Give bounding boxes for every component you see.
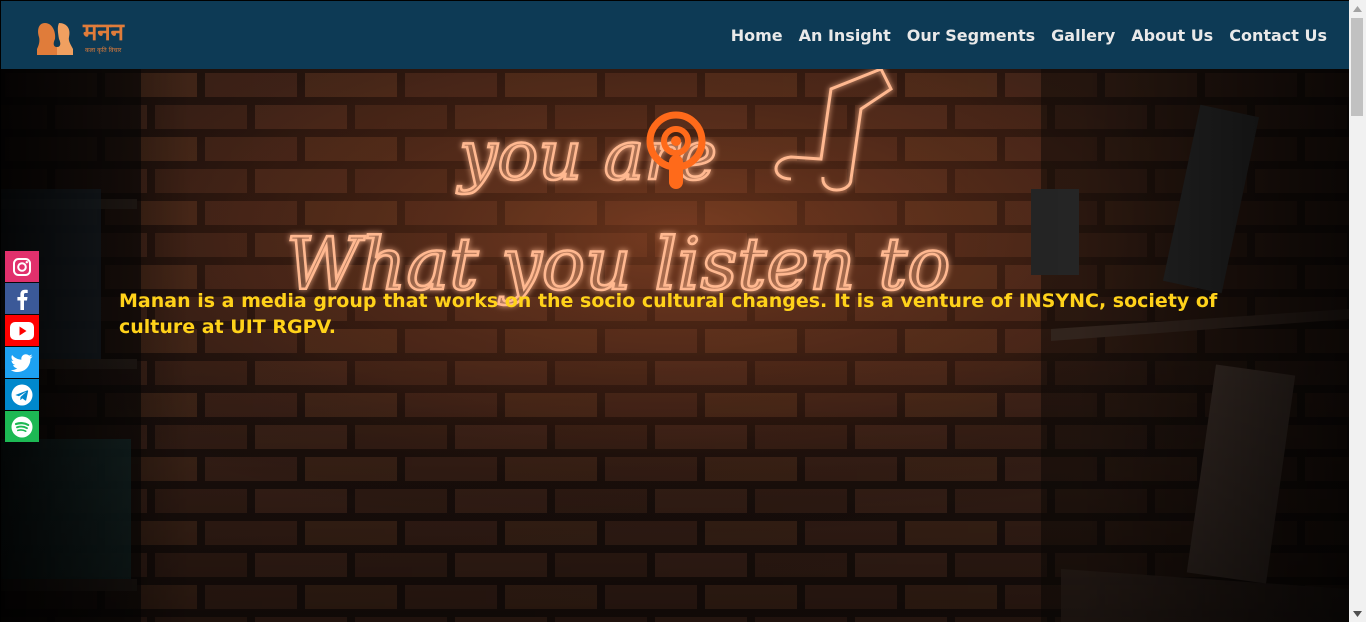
youtube-link[interactable]	[5, 315, 39, 346]
facebook-link[interactable]	[5, 283, 39, 314]
nav-about-us[interactable]: About Us	[1131, 26, 1213, 45]
scroll-up-arrow-icon[interactable]	[1349, 0, 1366, 17]
spotify-icon	[11, 416, 33, 437]
twitter-icon	[11, 353, 33, 372]
nav-contact-us[interactable]: Contact Us	[1229, 26, 1327, 45]
nav-our-segments[interactable]: Our Segments	[907, 26, 1035, 45]
scroll-down-arrow-icon[interactable]	[1349, 605, 1366, 622]
nav-gallery[interactable]: Gallery	[1051, 26, 1115, 45]
page: मनन कला कृति विचार Home An Insight Our S…	[1, 1, 1349, 622]
vertical-scrollbar[interactable]	[1349, 0, 1366, 622]
main-nav: Home An Insight Our Segments Gallery Abo…	[731, 1, 1327, 69]
hero-background-image: you are What you listen to	[1, 69, 1349, 622]
social-sidebar	[5, 251, 39, 443]
instagram-icon	[13, 257, 31, 276]
facebook-icon	[17, 289, 28, 310]
logo-faces-icon	[37, 23, 73, 55]
twitter-link[interactable]	[5, 347, 39, 378]
logo-subtitle: कला कृति विचार	[85, 47, 122, 54]
hero-section: you are What you listen to Manan is a me…	[1, 69, 1349, 622]
youtube-icon	[10, 321, 34, 340]
instagram-link[interactable]	[5, 251, 39, 282]
hero-tagline: Manan is a media group that works on the…	[119, 290, 1218, 338]
site-logo[interactable]: मनन कला कृति विचार	[35, 17, 145, 57]
logo-title: मनन	[83, 17, 124, 46]
scrollbar-thumb[interactable]	[1351, 18, 1363, 116]
nav-an-insight[interactable]: An Insight	[799, 26, 891, 45]
telegram-icon	[11, 384, 33, 405]
telegram-link[interactable]	[5, 379, 39, 410]
spotify-link[interactable]	[5, 411, 39, 442]
nav-home[interactable]: Home	[731, 26, 783, 45]
navbar: मनन कला कृति विचार Home An Insight Our S…	[1, 1, 1349, 69]
